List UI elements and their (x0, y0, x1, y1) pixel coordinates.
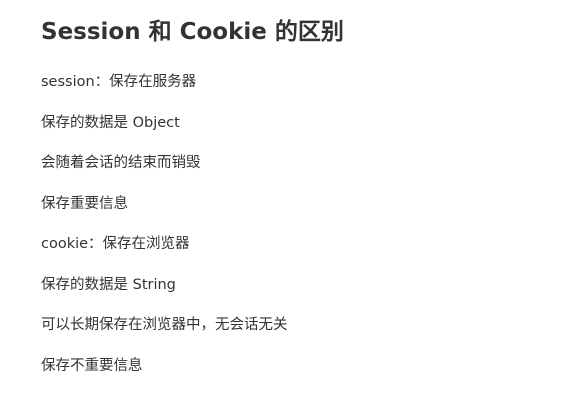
content-line-cookie-usage: 保存不重要信息 (41, 357, 143, 374)
content-line-cookie-storage: cookie：保存在浏览器 (41, 236, 190, 252)
content-lines: session：保存在服务器 保存的数据是 Object 会随着会话的结束而销毁… (41, 72, 288, 396)
content-line-session-data-type: 保存的数据是 Object (41, 114, 180, 131)
content-line-session-usage: 保存重要信息 (41, 195, 128, 212)
section-heading: Session 和 Cookie 的区别 (41, 19, 344, 45)
content-line-cookie-data-type: 保存的数据是 String (41, 276, 176, 293)
content-line-session-lifetime: 会随着会话的结束而销毁 (41, 155, 201, 171)
content-line-cookie-lifetime: 可以长期保存在浏览器中，无会话无关 (41, 317, 288, 333)
content-line-session-storage: session：保存在服务器 (41, 74, 197, 90)
document-page: Session 和 Cookie 的区别 session：保存在服务器 保存的数… (0, 0, 576, 413)
